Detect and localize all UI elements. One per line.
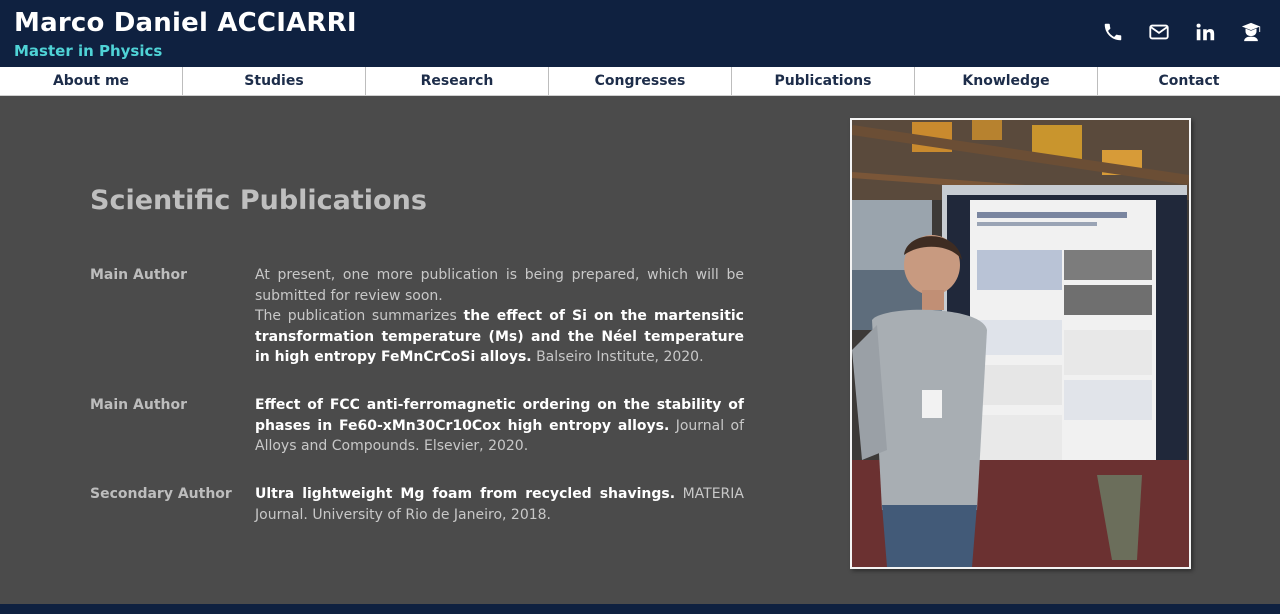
linkedin-icon[interactable] — [1194, 20, 1216, 44]
phone-icon[interactable] — [1102, 20, 1124, 44]
graduate-icon[interactable] — [1240, 20, 1262, 44]
publication-description: Ultra lightweight Mg foam from recycled … — [255, 484, 744, 525]
poster-photo-illustration — [852, 120, 1189, 567]
publication-title: Effect of FCC anti-ferromagnetic orderin… — [255, 397, 744, 434]
page-title: Scientific Publications — [90, 185, 427, 216]
nav-studies[interactable]: Studies — [183, 67, 366, 95]
publication-source: Balseiro Institute, 2020. — [536, 349, 704, 365]
publication-entry: Secondary Author Ultra lightweight Mg fo… — [90, 484, 744, 525]
nav-congresses[interactable]: Congresses — [549, 67, 732, 95]
main-nav: About me Studies Research Congresses Pub… — [0, 67, 1280, 96]
nav-contact[interactable]: Contact — [1098, 67, 1280, 95]
site-subtitle: Master in Physics — [14, 42, 163, 60]
nav-knowledge[interactable]: Knowledge — [915, 67, 1098, 95]
site-footer — [0, 604, 1280, 614]
nav-about-me[interactable]: About me — [0, 67, 183, 95]
nav-publications[interactable]: Publications — [732, 67, 915, 95]
publication-role: Main Author — [90, 267, 188, 283]
publication-entry: Main Author Effect of FCC anti-ferromagn… — [90, 395, 744, 457]
publication-description: At present, one more publication is bein… — [255, 265, 744, 368]
nav-research[interactable]: Research — [366, 67, 549, 95]
publication-description: Effect of FCC anti-ferromagnetic orderin… — [255, 395, 744, 457]
contact-icons — [1102, 20, 1262, 44]
mail-icon[interactable] — [1148, 20, 1170, 44]
publication-intro: At present, one more publication is bein… — [255, 267, 744, 304]
site-header: Marco Daniel ACCIARRI Master in Physics — [0, 0, 1280, 67]
publication-role: Secondary Author — [90, 486, 232, 502]
publication-role: Main Author — [90, 397, 188, 413]
publication-title: Ultra lightweight Mg foam from recycled … — [255, 486, 676, 502]
publication-entry: Main Author At present, one more publica… — [90, 265, 744, 368]
site-name: Marco Daniel ACCIARRI — [14, 8, 357, 38]
poster-photo — [850, 118, 1191, 569]
publication-lead: The publication summarizes — [255, 308, 457, 324]
